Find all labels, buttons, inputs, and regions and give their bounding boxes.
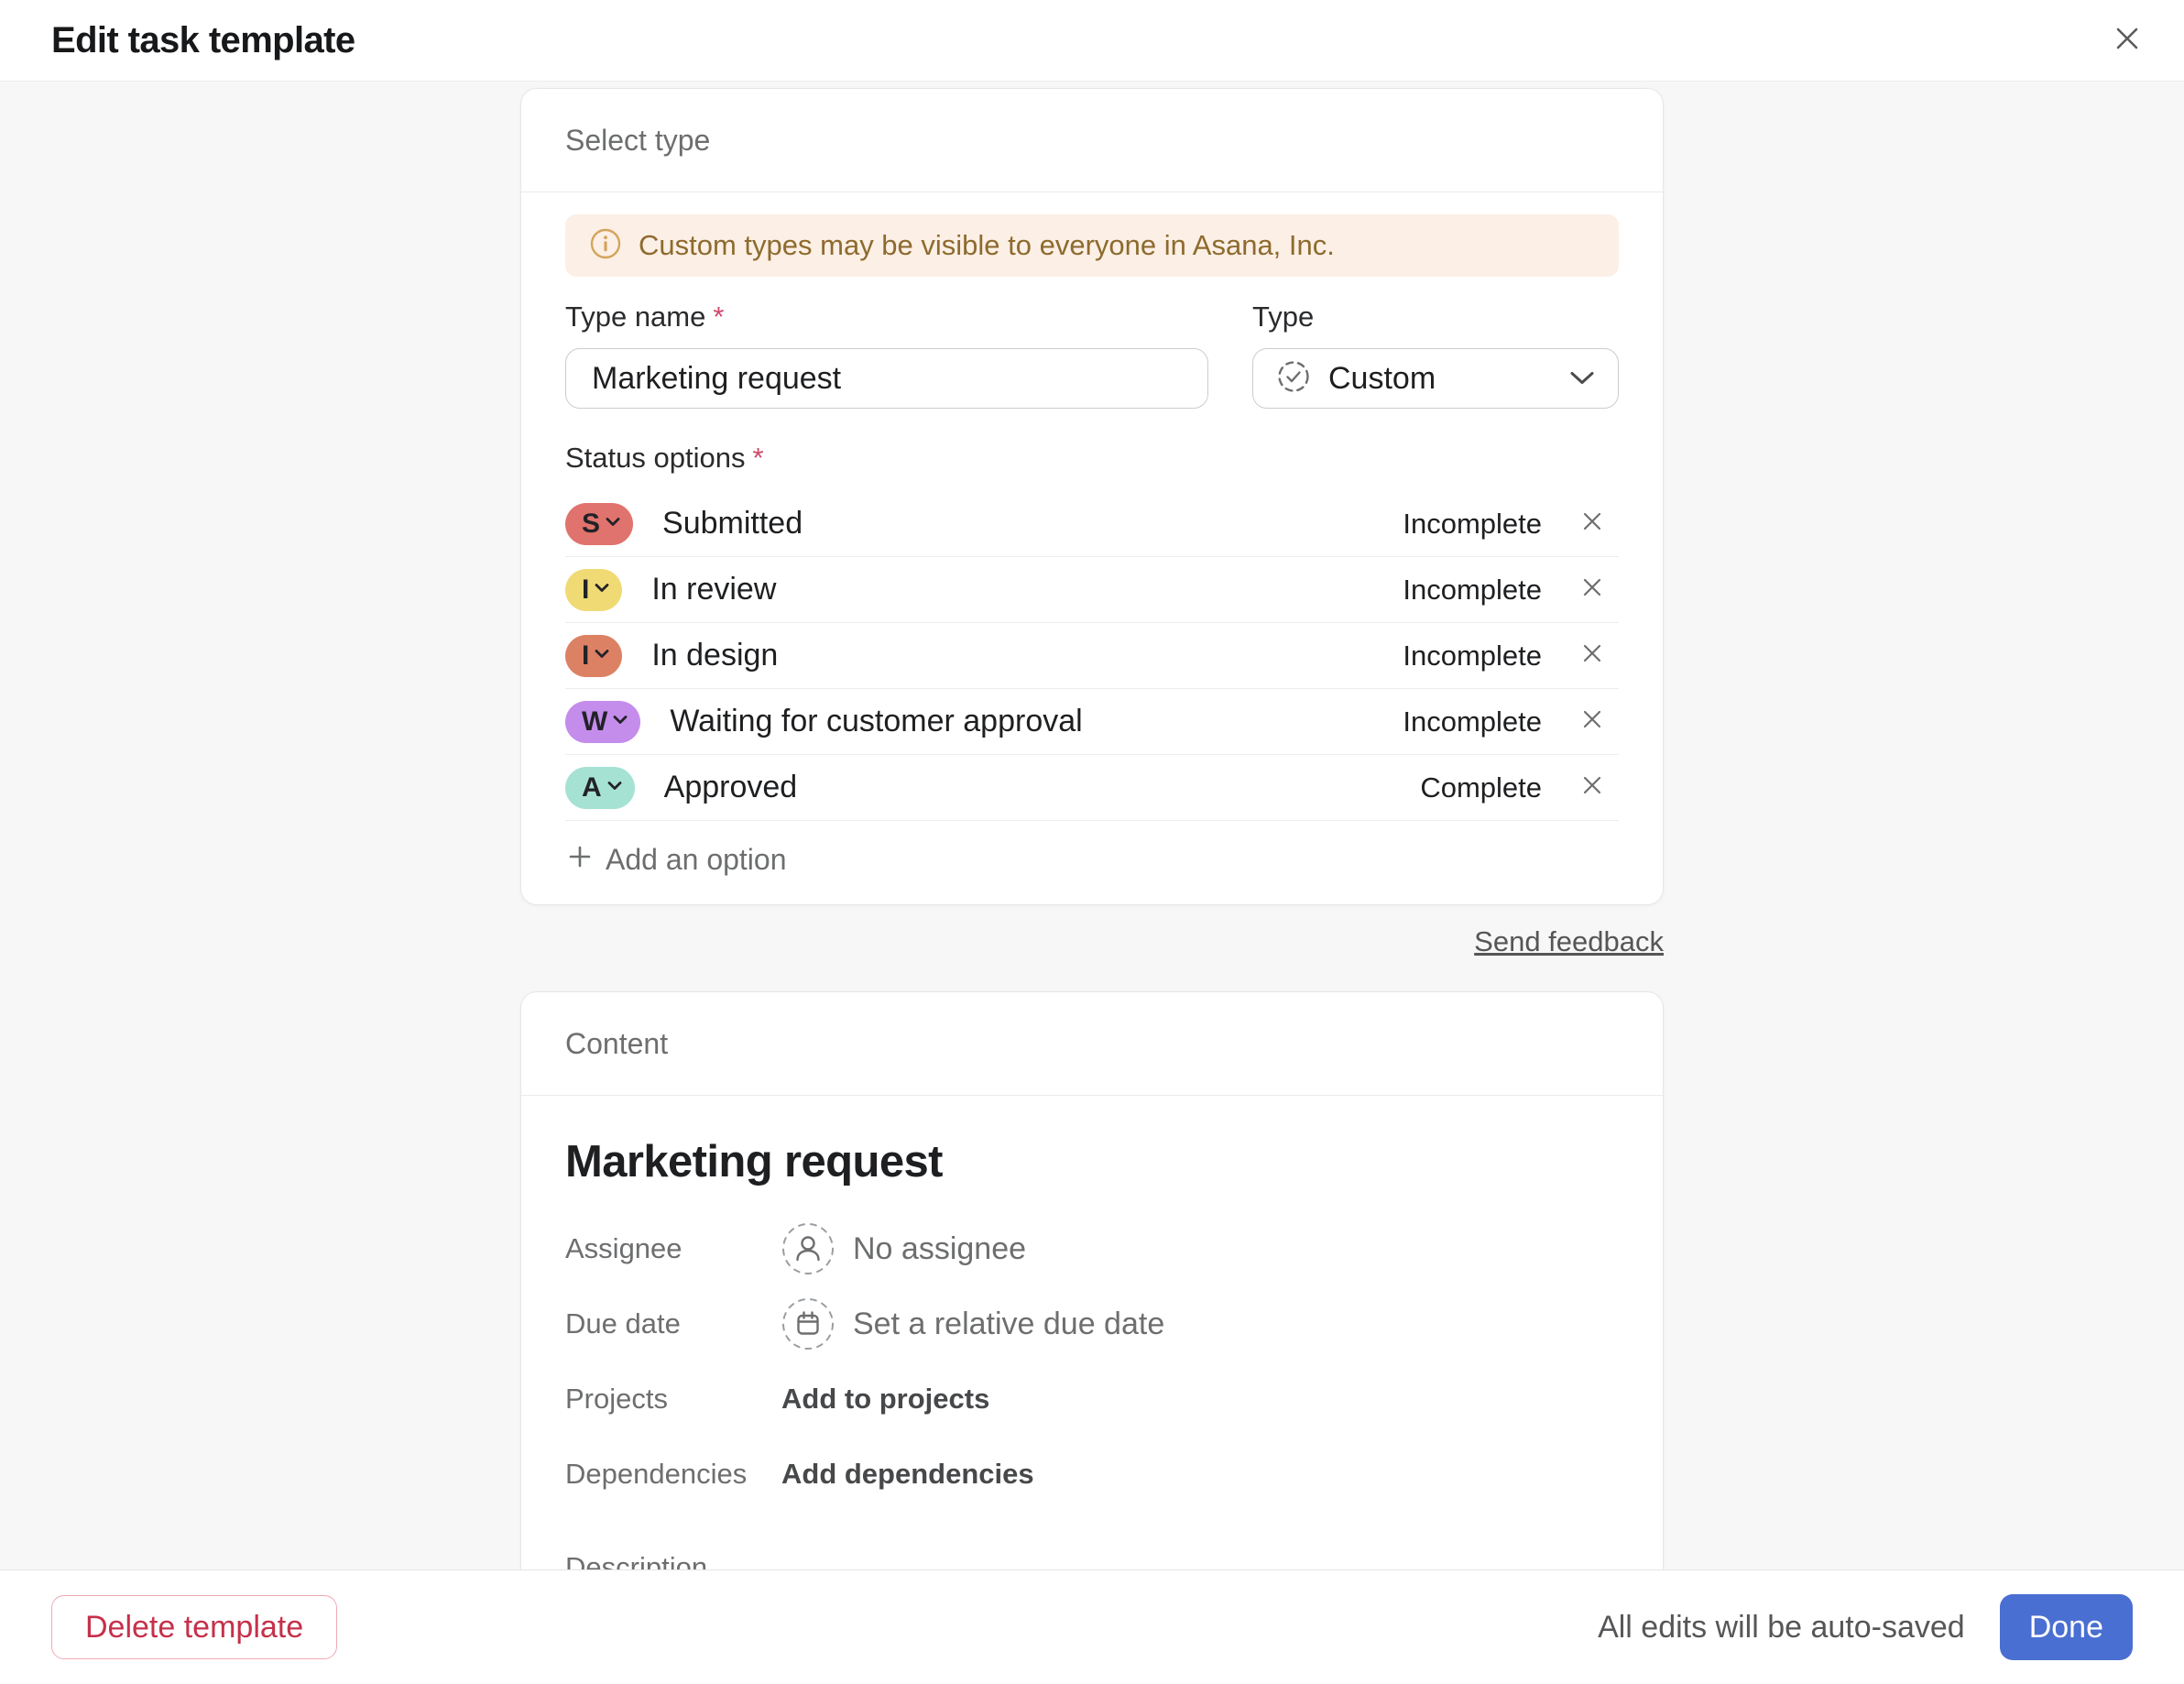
chevron-down-icon <box>612 714 628 730</box>
status-completion[interactable]: Complete <box>1420 771 1542 804</box>
close-icon <box>1578 640 1606 672</box>
status-options-list: S Submitted Incomplete I In review <box>565 491 1619 821</box>
close-icon <box>1578 508 1606 540</box>
status-color-pill[interactable]: A <box>565 767 635 809</box>
due-date-label: Due date <box>565 1307 781 1340</box>
page-title: Edit task template <box>51 20 355 61</box>
required-asterisk: * <box>713 301 724 333</box>
send-feedback-link[interactable]: Send feedback <box>1474 925 1664 958</box>
type-name-input[interactable] <box>565 348 1208 409</box>
chevron-down-icon <box>605 516 621 532</box>
status-options-label: Status options* <box>565 442 1619 475</box>
status-completion[interactable]: Incomplete <box>1403 574 1542 607</box>
status-completion[interactable]: Incomplete <box>1403 705 1542 738</box>
description-row: Description <box>565 1541 1619 1569</box>
status-row-in-design: I In design Incomplete <box>565 623 1619 689</box>
remove-status-button[interactable] <box>1577 706 1608 738</box>
status-name[interactable]: In review <box>651 572 776 607</box>
visibility-banner: Custom types may be visible to everyone … <box>565 214 1619 277</box>
chevron-down-icon <box>594 582 610 598</box>
remove-status-button[interactable] <box>1577 574 1608 606</box>
status-color-pill[interactable]: I <box>565 569 622 611</box>
projects-label: Projects <box>565 1383 781 1416</box>
status-name[interactable]: Waiting for customer approval <box>670 704 1082 739</box>
chevron-down-icon <box>594 648 610 664</box>
close-icon <box>1578 705 1606 738</box>
banner-text: Custom types may be visible to everyone … <box>639 229 1335 262</box>
type-dropdown[interactable]: Custom <box>1252 348 1619 409</box>
type-name-label: Type name* <box>565 301 1208 334</box>
status-row-submitted: S Submitted Incomplete <box>565 491 1619 557</box>
assignee-row: Assignee No assignee <box>565 1222 1619 1275</box>
plus-icon <box>567 843 593 877</box>
chevron-down-icon <box>1568 370 1596 387</box>
select-type-card-title: Select type <box>521 89 1663 192</box>
calendar-dashed-circle-icon[interactable] <box>781 1297 835 1350</box>
status-name[interactable]: Submitted <box>662 506 803 541</box>
remove-status-button[interactable] <box>1577 640 1608 672</box>
select-type-card: Select type Custom types may be visible … <box>520 88 1664 905</box>
type-label: Type <box>1252 301 1619 334</box>
info-icon <box>589 227 622 265</box>
close-button[interactable] <box>2103 16 2151 64</box>
autosave-note: All edits will be auto-saved <box>1598 1610 1965 1646</box>
assignee-value[interactable]: No assignee <box>853 1231 1026 1267</box>
content-card-title: Content <box>521 992 1663 1096</box>
dashed-circle-check-icon <box>1275 358 1312 399</box>
projects-row: Projects Add to projects <box>565 1372 1619 1426</box>
status-completion[interactable]: Incomplete <box>1403 640 1542 673</box>
status-row-waiting-approval: W Waiting for customer approval Incomple… <box>565 689 1619 755</box>
done-button[interactable]: Done <box>2000 1594 2133 1660</box>
add-dependencies-button[interactable]: Add dependencies <box>781 1458 1034 1491</box>
person-dashed-circle-icon[interactable] <box>781 1222 835 1275</box>
status-row-approved: A Approved Complete <box>565 755 1619 821</box>
dependencies-row: Dependencies Add dependencies <box>565 1448 1619 1501</box>
assignee-label: Assignee <box>565 1232 781 1265</box>
delete-template-button[interactable]: Delete template <box>51 1595 337 1659</box>
type-dropdown-value: Custom <box>1328 361 1436 397</box>
status-color-pill[interactable]: S <box>565 503 633 545</box>
dialog-footer: Delete template All edits will be auto-s… <box>0 1569 2184 1684</box>
remove-status-button[interactable] <box>1577 772 1608 804</box>
required-asterisk: * <box>752 442 763 474</box>
task-template-title[interactable]: Marketing request <box>565 1136 1619 1187</box>
add-to-projects-button[interactable]: Add to projects <box>781 1383 989 1416</box>
status-color-pill[interactable]: W <box>565 701 640 743</box>
description-label: Description <box>565 1551 781 1569</box>
status-name[interactable]: In design <box>651 638 778 673</box>
status-color-pill[interactable]: I <box>565 635 622 677</box>
status-name[interactable]: Approved <box>664 770 798 805</box>
dialog-header: Edit task template <box>0 0 2184 81</box>
status-row-in-review: I In review Incomplete <box>565 557 1619 623</box>
close-icon <box>2109 20 2146 61</box>
add-option-button[interactable]: Add an option <box>565 834 789 886</box>
dependencies-label: Dependencies <box>565 1458 781 1491</box>
remove-status-button[interactable] <box>1577 508 1608 540</box>
chevron-down-icon <box>606 780 623 796</box>
close-icon <box>1578 771 1606 804</box>
content-card: Content Marketing request Assignee No as… <box>520 991 1664 1569</box>
due-date-value[interactable]: Set a relative due date <box>853 1307 1164 1342</box>
close-icon <box>1578 574 1606 606</box>
dialog-body: Select type Custom types may be visible … <box>0 81 2184 1569</box>
status-completion[interactable]: Incomplete <box>1403 508 1542 541</box>
due-date-row: Due date Set a relative due date <box>565 1297 1619 1350</box>
